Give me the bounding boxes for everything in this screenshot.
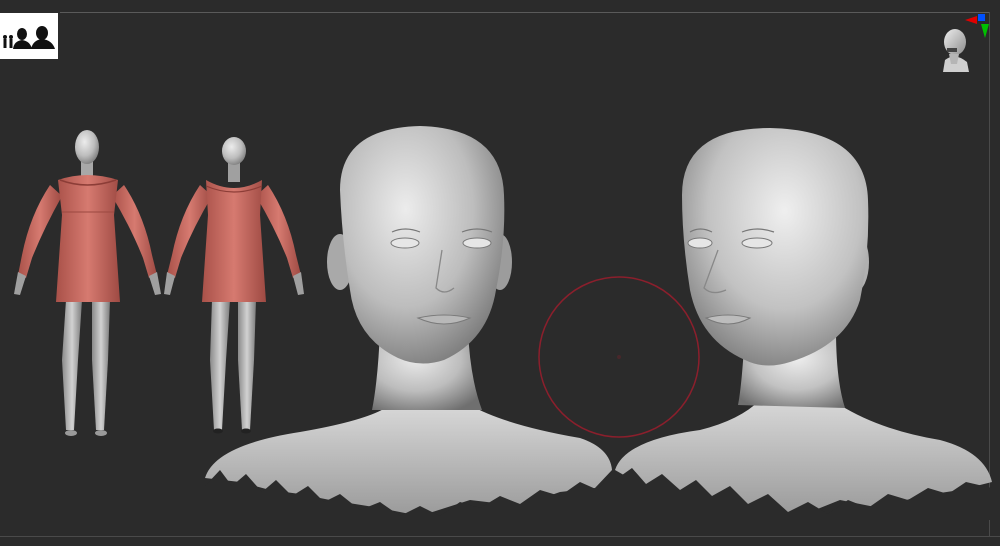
zbrush-viewport[interactable]	[0, 0, 1000, 546]
sculpt-scene[interactable]	[0, 0, 1000, 546]
head-bust-front-model[interactable]	[205, 126, 612, 516]
full-body-front-model[interactable]	[14, 130, 161, 436]
head-bust-three-quarter-model[interactable]	[615, 128, 992, 516]
full-body-back-model[interactable]	[164, 137, 304, 434]
